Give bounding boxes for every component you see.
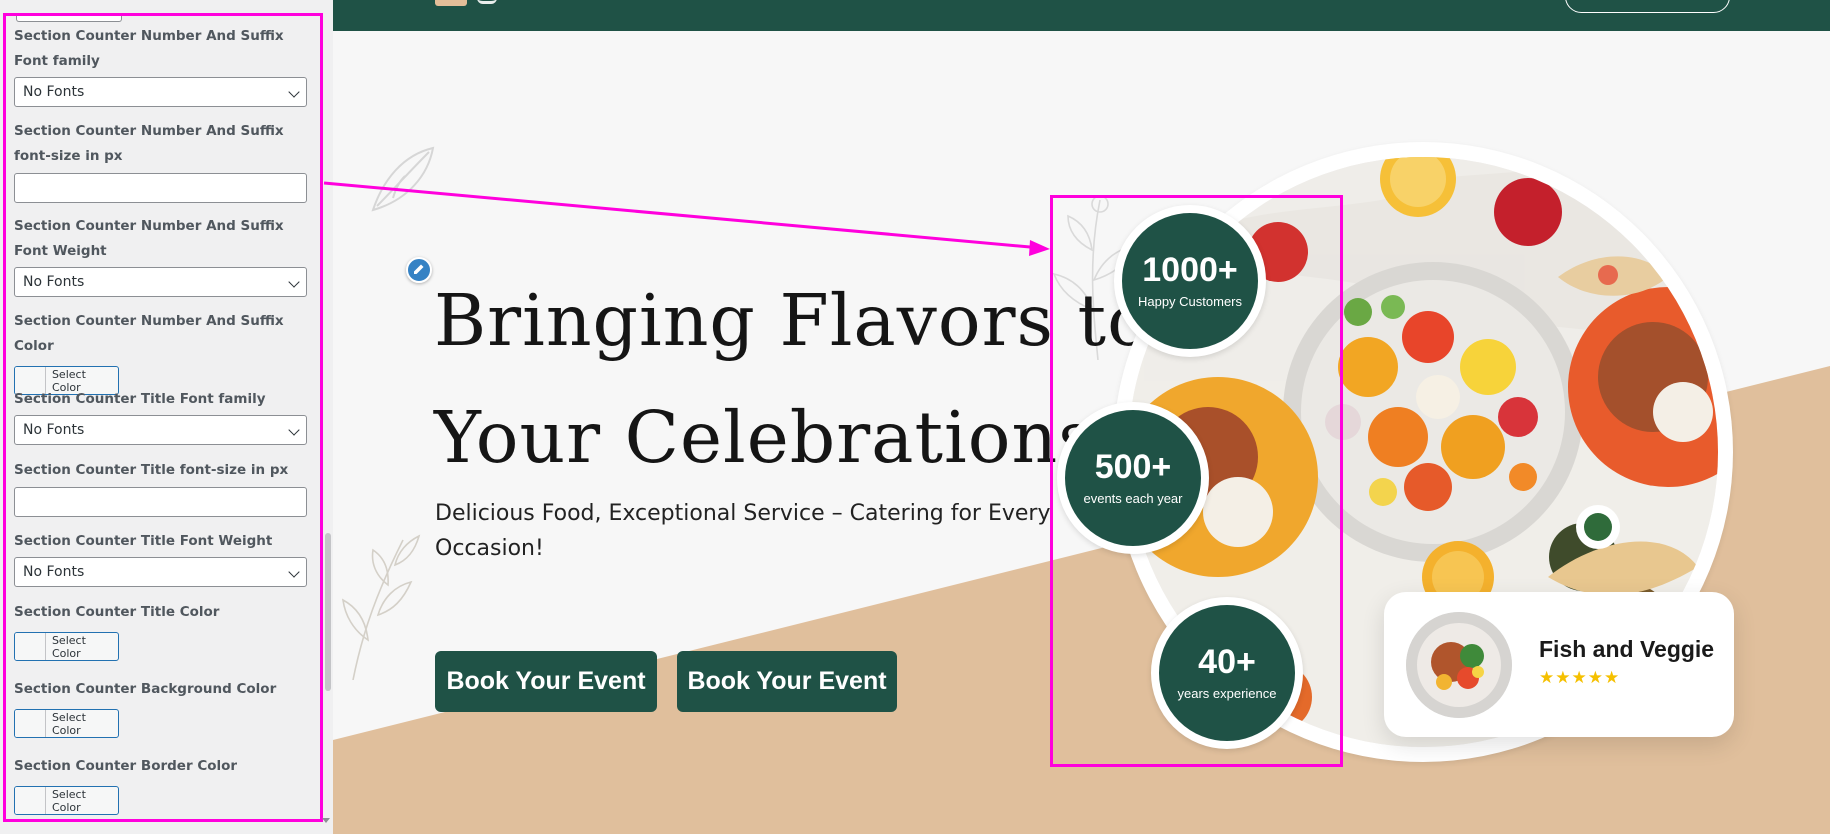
scroll-down-arrow-icon[interactable] [322,818,330,823]
field-label: Section Counter Number And Suffix Font W… [14,218,284,259]
chevron-down-icon [288,424,300,436]
select-value: No Fonts [23,84,85,100]
counter-number-font-family-select[interactable]: No Fonts [14,77,307,107]
counter-highlight-box [1050,195,1343,767]
field-label: Section Counter Title Color [14,604,220,620]
panel-scrollbar-thumb[interactable] [325,533,331,691]
header-cta-button[interactable] [1565,0,1730,13]
field-counter-title-font-weight: Section Counter Title Font Weight No Fon… [14,529,310,587]
star-icon-rating: ★★★★★ [1539,668,1621,688]
customizer-panel: Section Counter Number And Suffix Font f… [0,0,333,834]
counter-number-font-size-input[interactable] [14,173,307,203]
color-swatch [15,633,46,660]
field-label: Section Counter Border Color [14,758,238,774]
hero-title: Bringing Flavors to Your Celebrations [434,262,1151,496]
color-swatch [15,710,46,737]
color-swatch [15,787,46,814]
counter-number-font-weight-select[interactable]: No Fonts [14,267,307,297]
chevron-down-icon [288,86,300,98]
hero-subtitle: Delicious Food, Exceptional Service – Ca… [435,501,1051,561]
leaf-decoration-icon [371,146,435,212]
counter-title-font-size-input[interactable] [14,487,307,517]
counter-border-color-button[interactable]: Select Color [14,786,119,815]
field-counter-border-color: Section Counter Border Color Select Colo… [14,754,310,815]
featured-dish-card: Fish and Veggie ★★★★★ [1384,592,1734,737]
book-event-button-secondary[interactable]: Book Your Event [677,651,897,712]
field-label: Section Counter Title Font Weight [14,533,273,549]
select-color-label: Select Color [51,787,86,814]
field-counter-title-color: Section Counter Title Color Select Color [14,600,310,661]
select-color-label: Select Color [51,633,86,660]
chevron-down-icon [288,276,300,288]
dish-image [1406,612,1512,718]
counter-title-font-weight-select[interactable]: No Fonts [14,557,307,587]
chevron-down-icon [288,566,300,578]
field-counter-number-font-family: Section Counter Number And Suffix Font f… [14,24,310,107]
hero-title-line-1: Bringing Flavors to [434,279,1151,362]
counter-background-color-button[interactable]: Select Color [14,709,119,738]
select-color-label: Select Color [51,710,86,737]
field-counter-title-font-size: Section Counter Title font-size in px [14,458,310,517]
select-value: No Fonts [23,422,85,438]
field-counter-number-color: Section Counter Number And Suffix Color … [14,309,310,395]
dish-thumbnail [1406,612,1512,718]
edit-shortcut-button[interactable] [406,257,432,283]
counter-title-font-family-select[interactable]: No Fonts [14,415,307,445]
counter-title-color-button[interactable]: Select Color [14,632,119,661]
app-root: Section Counter Number And Suffix Font f… [0,0,1830,834]
field-label: Section Counter Number And Suffix font-s… [14,123,284,164]
site-header-bar [333,0,1830,31]
pencil-icon [414,264,424,274]
field-label: Section Counter Number And Suffix Color [14,313,284,354]
highlighted-settings-region: Section Counter Number And Suffix Font f… [3,13,323,822]
select-value: No Fonts [23,274,85,290]
field-counter-background-color: Section Counter Background Color Select … [14,677,310,738]
previous-control-stub[interactable] [16,16,122,22]
branch-decoration-icon [342,534,421,680]
panel-scrollbar-track[interactable] [323,0,333,834]
field-counter-number-font-size: Section Counter Number And Suffix font-s… [14,119,310,203]
book-event-button-primary[interactable]: Book Your Event [435,651,657,712]
logo-mark[interactable] [435,0,467,6]
field-counter-number-font-weight: Section Counter Number And Suffix Font W… [14,214,310,297]
hero-title-line-2: Your Celebrations [434,396,1096,479]
field-label: Section Counter Number And Suffix Font f… [14,28,284,69]
logo-text-fragment [477,0,497,4]
field-label: Section Counter Background Color [14,681,277,697]
field-label: Section Counter Title font-size in px [14,462,289,478]
select-value: No Fonts [23,564,85,580]
dish-title: Fish and Veggie [1539,636,1715,662]
field-label: Section Counter Title Font family [14,391,266,407]
field-counter-title-font-family: Section Counter Title Font family No Fon… [14,387,310,445]
